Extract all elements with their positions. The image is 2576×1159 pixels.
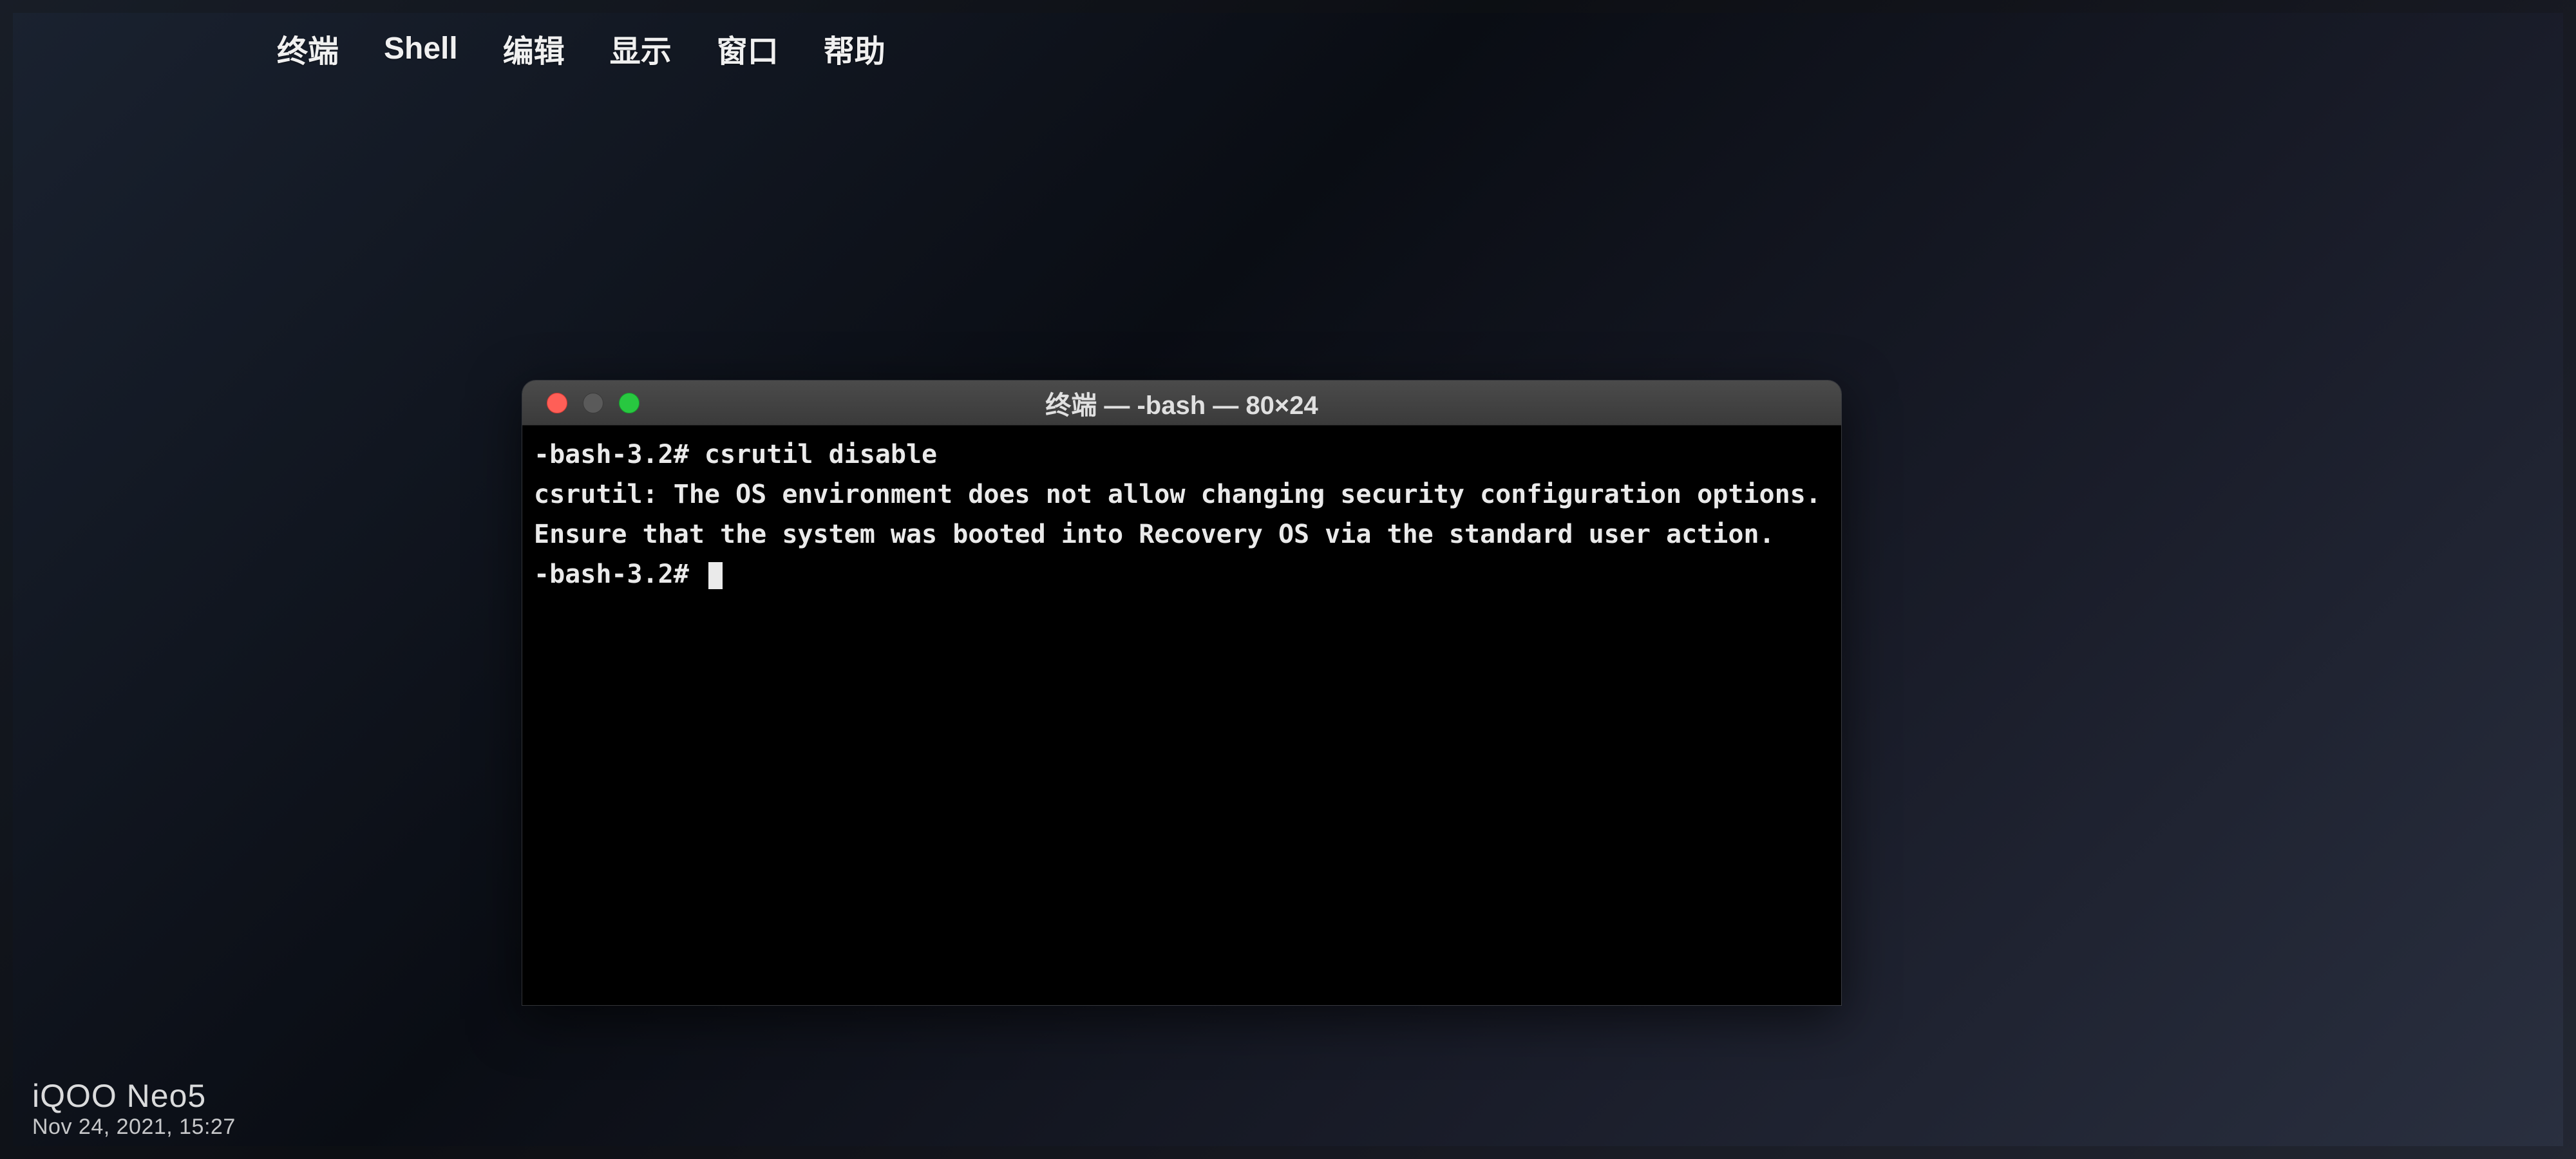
menu-help[interactable]: 帮助 bbox=[824, 26, 886, 71]
prompt: -bash-3.2# bbox=[534, 440, 705, 469]
watermark-brand: iQOO Neo5 bbox=[32, 1077, 236, 1115]
menu-terminal[interactable]: 终端 bbox=[277, 26, 339, 71]
menu-shell[interactable]: Shell bbox=[384, 31, 458, 66]
menu-window[interactable]: 窗口 bbox=[717, 26, 779, 71]
minimize-button[interactable] bbox=[583, 393, 603, 413]
traffic-lights bbox=[522, 393, 639, 413]
maximize-button[interactable] bbox=[619, 393, 639, 413]
command-text: csrutil disable bbox=[705, 440, 937, 469]
watermark-timestamp: Nov 24, 2021, 15:27 bbox=[32, 1115, 236, 1139]
terminal-window: 终端 — -bash — 80×24 -bash-3.2# csrutil di… bbox=[522, 380, 1842, 1006]
output-line: Ensure that the system was booted into R… bbox=[534, 520, 1775, 549]
output-line: csrutil: The OS environment does not all… bbox=[534, 480, 1821, 509]
prompt: -bash-3.2# bbox=[534, 560, 705, 589]
window-title: 终端 — -bash — 80×24 bbox=[522, 384, 1841, 422]
cursor-icon bbox=[708, 562, 723, 589]
titlebar[interactable]: 终端 — -bash — 80×24 bbox=[522, 381, 1841, 426]
menubar: 终端 Shell 编辑 显示 窗口 帮助 bbox=[0, 23, 2576, 74]
menu-view[interactable]: 显示 bbox=[610, 26, 672, 71]
terminal-body[interactable]: -bash-3.2# csrutil disable csrutil: The … bbox=[522, 426, 1841, 1005]
menu-edit[interactable]: 编辑 bbox=[503, 26, 565, 71]
close-button[interactable] bbox=[547, 393, 567, 413]
photo-watermark: iQOO Neo5 Nov 24, 2021, 15:27 bbox=[32, 1077, 236, 1140]
